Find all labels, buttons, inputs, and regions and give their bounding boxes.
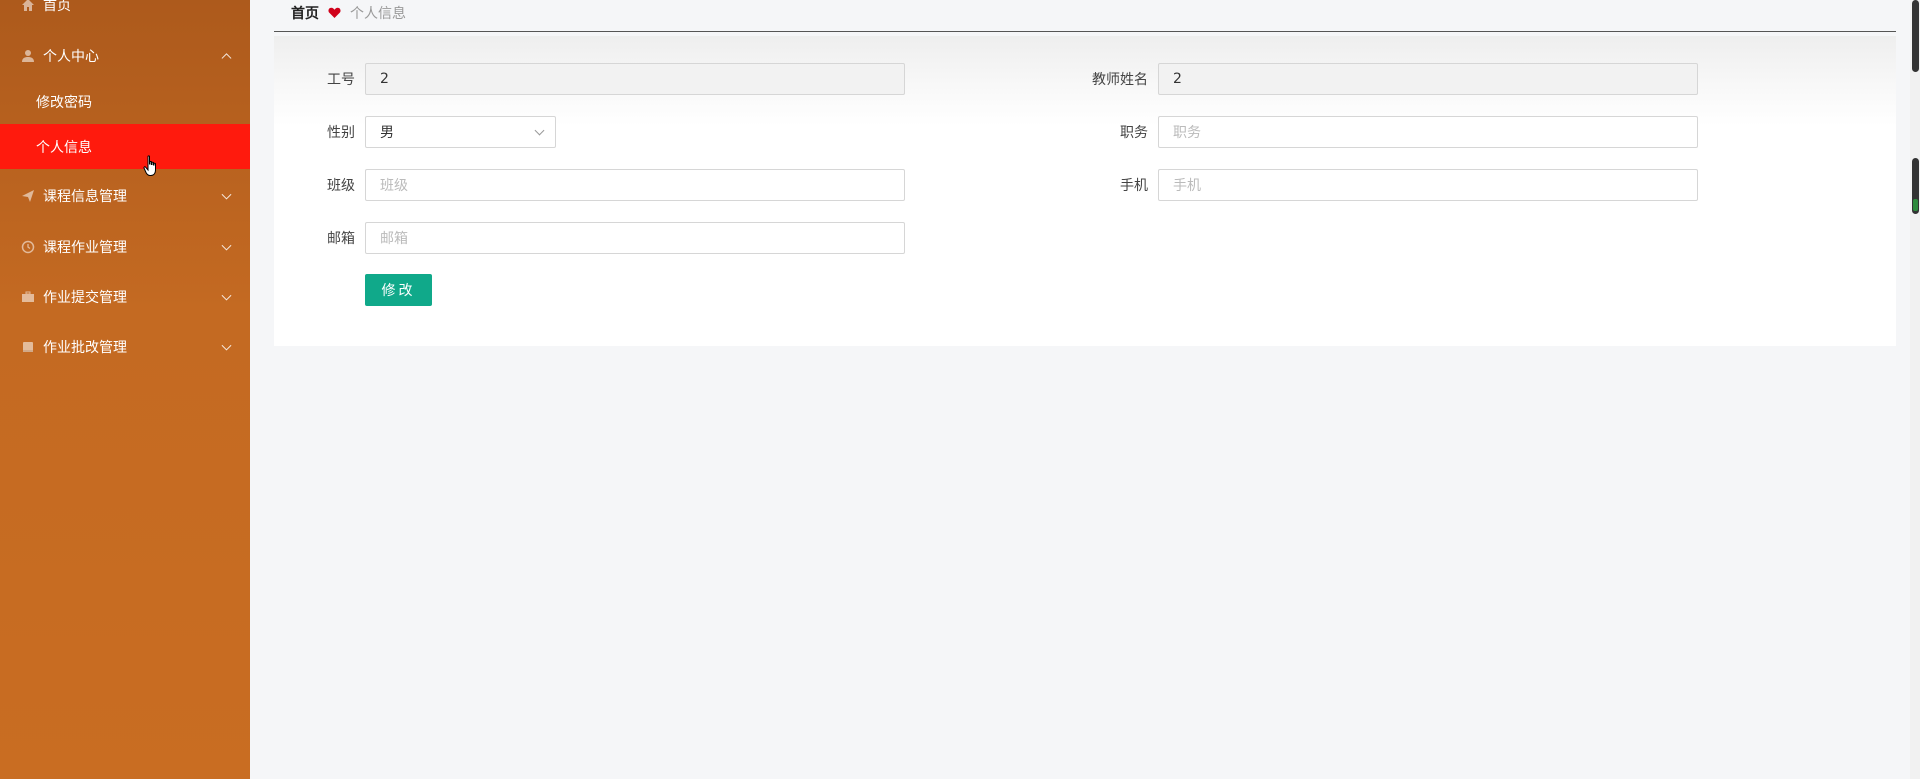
email-field[interactable]: 邮箱 <box>365 222 905 254</box>
sidebar-item-label: 作业提交管理 <box>43 290 127 306</box>
sidebar-item-label: 个人中心 <box>43 49 99 65</box>
sidebar-item-label: 课程信息管理 <box>43 189 127 205</box>
sidebar-subitem-change-password[interactable]: 修改密码 <box>0 79 250 124</box>
sidebar: 首页 个人中心 修改密码 个人信息 课程信息管理 课程作业管理 作业提交管理 作… <box>0 0 250 779</box>
form-row-position: 职务 职务 <box>874 115 1698 149</box>
sidebar-item-homework-grading[interactable]: 作业批改管理 <box>0 322 250 372</box>
sidebar-subitem-label: 修改密码 <box>36 94 92 111</box>
position-label: 职务 <box>1120 125 1148 141</box>
modify-button[interactable]: 修改 <box>365 274 432 306</box>
phone-label: 手机 <box>1120 178 1148 194</box>
chevron-down-icon <box>221 290 232 301</box>
sidebar-item-course-info[interactable]: 课程信息管理 <box>0 171 250 221</box>
chevron-down-icon <box>221 189 232 200</box>
page-scrollbar[interactable] <box>1910 0 1920 779</box>
gonghao-label: 工号 <box>327 72 355 88</box>
breadcrumb-current: 个人信息 <box>350 5 406 22</box>
form-row-email: 邮箱 邮箱 <box>274 221 905 255</box>
hand-cursor-icon <box>143 155 161 181</box>
breadcrumb: 首页 个人信息 <box>274 0 1896 32</box>
form-row-gender: 性别 男 <box>274 115 556 149</box>
sidebar-subitem-label: 个人信息 <box>36 139 92 156</box>
main-content: 首页 个人信息 工号 2 教师姓名 2 性别 男 职务 职务 班级 班级 手机 … <box>250 0 1920 779</box>
gender-label: 性别 <box>327 125 355 141</box>
chevron-down-icon <box>221 240 232 251</box>
chevron-down-icon <box>221 340 232 351</box>
sidebar-item-label: 作业批改管理 <box>43 340 127 356</box>
heart-icon <box>328 7 341 19</box>
phone-field[interactable]: 手机 <box>1158 169 1698 201</box>
sidebar-item-course-homework[interactable]: 课程作业管理 <box>0 222 250 272</box>
teacher-name-field[interactable]: 2 <box>1158 63 1698 95</box>
send-icon <box>21 189 35 203</box>
form-row-teacher-name: 教师姓名 2 <box>874 62 1698 96</box>
briefcase-icon <box>21 290 35 304</box>
gender-select[interactable]: 男 <box>365 116 556 148</box>
user-icon <box>21 49 35 63</box>
sidebar-item-label: 首页 <box>43 0 71 14</box>
form-row-gonghao: 工号 2 <box>274 62 905 96</box>
sidebar-item-personal-center[interactable]: 个人中心 <box>0 31 250 81</box>
scrollbar-thumb[interactable] <box>1912 158 1919 214</box>
sidebar-item-home[interactable]: 首页 <box>0 0 250 30</box>
form-row-class: 班级 班级 <box>274 168 905 202</box>
sidebar-item-homework-submission[interactable]: 作业提交管理 <box>0 272 250 322</box>
home-icon <box>21 0 35 12</box>
teacher-name-label: 教师姓名 <box>1092 72 1148 88</box>
breadcrumb-home[interactable]: 首页 <box>291 3 319 23</box>
class-field[interactable]: 班级 <box>365 169 905 201</box>
position-field[interactable]: 职务 <box>1158 116 1698 148</box>
clock-icon <box>21 240 35 254</box>
sidebar-item-label: 课程作业管理 <box>43 240 127 256</box>
class-label: 班级 <box>327 178 355 194</box>
form-row-phone: 手机 手机 <box>874 168 1698 202</box>
book-icon <box>21 340 35 354</box>
gender-select-value: 男 <box>380 125 394 141</box>
sidebar-subitem-personal-info[interactable]: 个人信息 <box>0 124 250 169</box>
gonghao-field[interactable]: 2 <box>365 63 905 95</box>
profile-form: 工号 2 教师姓名 2 性别 男 职务 职务 班级 班级 手机 手机 邮箱 邮箱… <box>274 36 1896 346</box>
chevron-up-icon <box>221 53 232 64</box>
chevron-down-icon <box>534 125 545 136</box>
email-label: 邮箱 <box>327 231 355 247</box>
scrollbar-thumb[interactable] <box>1912 0 1919 72</box>
